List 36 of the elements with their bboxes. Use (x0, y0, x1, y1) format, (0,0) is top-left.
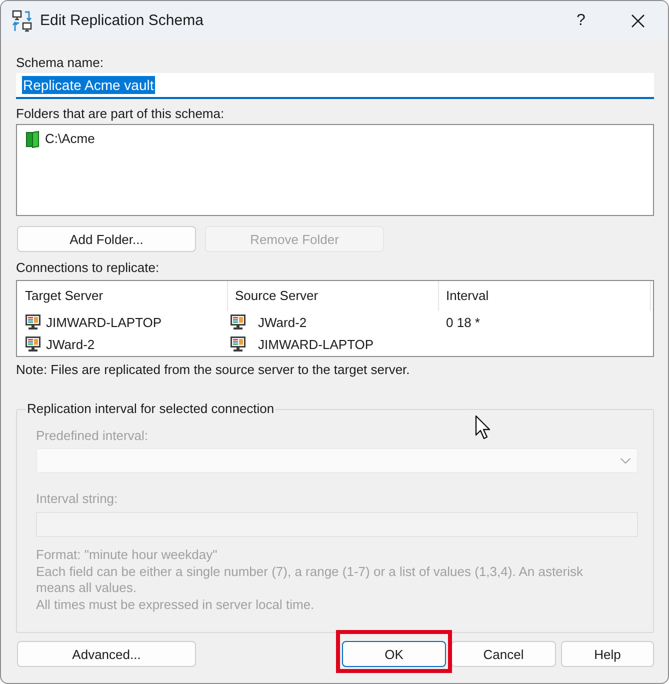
field-label: Folders that are part of this schema: (16, 106, 226, 122)
field-label: Connections to replicate: (16, 260, 160, 276)
help-button[interactable]: Help (561, 641, 654, 668)
column-header[interactable]: Interval (439, 281, 651, 311)
computer-icon (25, 336, 41, 352)
help-text: Each field can be either a single number (7), a range (1-7) or a list of values (1,3,4). An asterisk means all values. (36, 564, 584, 597)
add-folder-button[interactable]: Add Folder... (17, 226, 196, 252)
close-icon (631, 14, 645, 28)
table-cell: JWard-2 (258, 314, 307, 330)
field-label: Interval string: (36, 491, 119, 507)
computer-icon (25, 314, 41, 330)
table-cell: JIMWARD-LAPTOP (46, 314, 162, 330)
field-label: Predefined interval: (36, 428, 150, 444)
ok-button[interactable]: OK (342, 641, 446, 668)
column-header[interactable]: Target Server (17, 281, 228, 311)
group-title: Replication interval for selected connection (26, 401, 276, 417)
table-cell: JWard-2 (46, 336, 95, 352)
help-text: Format: "minute hour weekday" (36, 547, 218, 564)
column-header[interactable]: Source Server (228, 281, 439, 311)
folder-icon (26, 130, 39, 148)
help-button[interactable]: ? (558, 1, 604, 40)
pointer-cursor-icon (475, 415, 491, 440)
window-title: Edit Replication Schema (40, 12, 204, 29)
folder-item[interactable]: C:\Acme (26, 130, 98, 148)
computer-icon (230, 336, 246, 352)
name-field[interactable]: Replicate Acme vault (16, 73, 654, 99)
advanced-button[interactable]: Advanced... (17, 641, 196, 668)
help-text: All times must be expressed in server local time. (36, 596, 316, 614)
chevron-down-icon (620, 458, 631, 464)
computer-icon (230, 314, 246, 330)
note-text: Note: Files are replicated from the source server to the target server. (16, 362, 411, 378)
cancel-button[interactable]: Cancel (451, 641, 556, 668)
field-label: Schema name: (16, 55, 104, 71)
table-cell: 0 18 * (446, 314, 480, 330)
table-cell: JIMWARD-LAPTOP (258, 336, 374, 352)
replication-icon (12, 10, 32, 32)
